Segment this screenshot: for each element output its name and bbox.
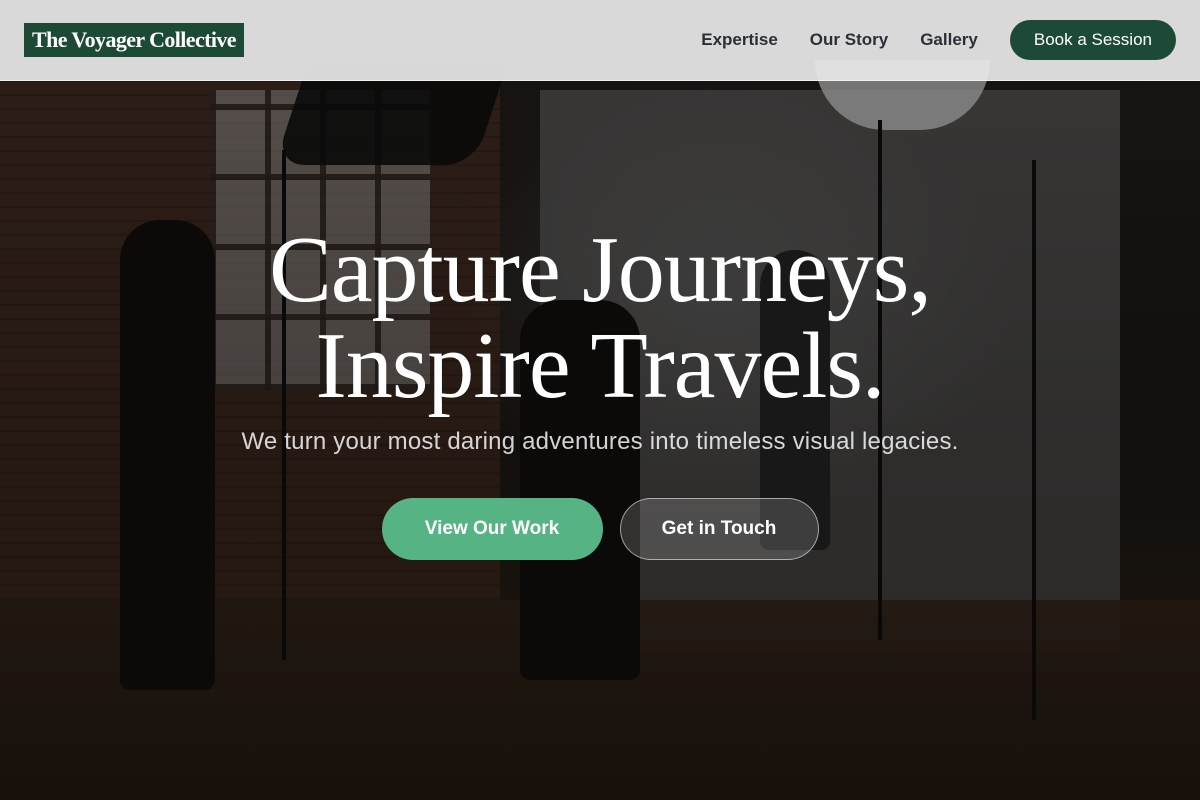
view-our-work-button[interactable]: View Our Work <box>381 498 603 560</box>
get-in-touch-button[interactable]: Get in Touch <box>619 498 819 560</box>
hero-subtitle: We turn your most daring adventures into… <box>241 428 959 455</box>
hero-section: Capture Journeys, Inspire Travels. We tu… <box>0 0 1200 800</box>
hero-buttons: View Our Work Get in Touch <box>0 498 1200 560</box>
hero-title: Capture Journeys, Inspire Travels. <box>0 222 1200 414</box>
site-header: The Voyager Collective Expertise Our Sto… <box>0 0 1200 81</box>
hero-content: Capture Journeys, Inspire Travels. We tu… <box>0 222 1200 560</box>
nav-link-our-story[interactable]: Our Story <box>810 30 888 50</box>
nav-link-gallery[interactable]: Gallery <box>920 30 978 50</box>
hero-title-line-1: Capture Journeys, <box>269 218 932 322</box>
logo[interactable]: The Voyager Collective <box>24 23 244 57</box>
main-nav: Expertise Our Story Gallery Book a Sessi… <box>701 20 1176 60</box>
nav-link-expertise[interactable]: Expertise <box>701 30 778 50</box>
book-a-session-button[interactable]: Book a Session <box>1009 20 1176 60</box>
hero-title-line-2: Inspire Travels. <box>315 314 886 418</box>
